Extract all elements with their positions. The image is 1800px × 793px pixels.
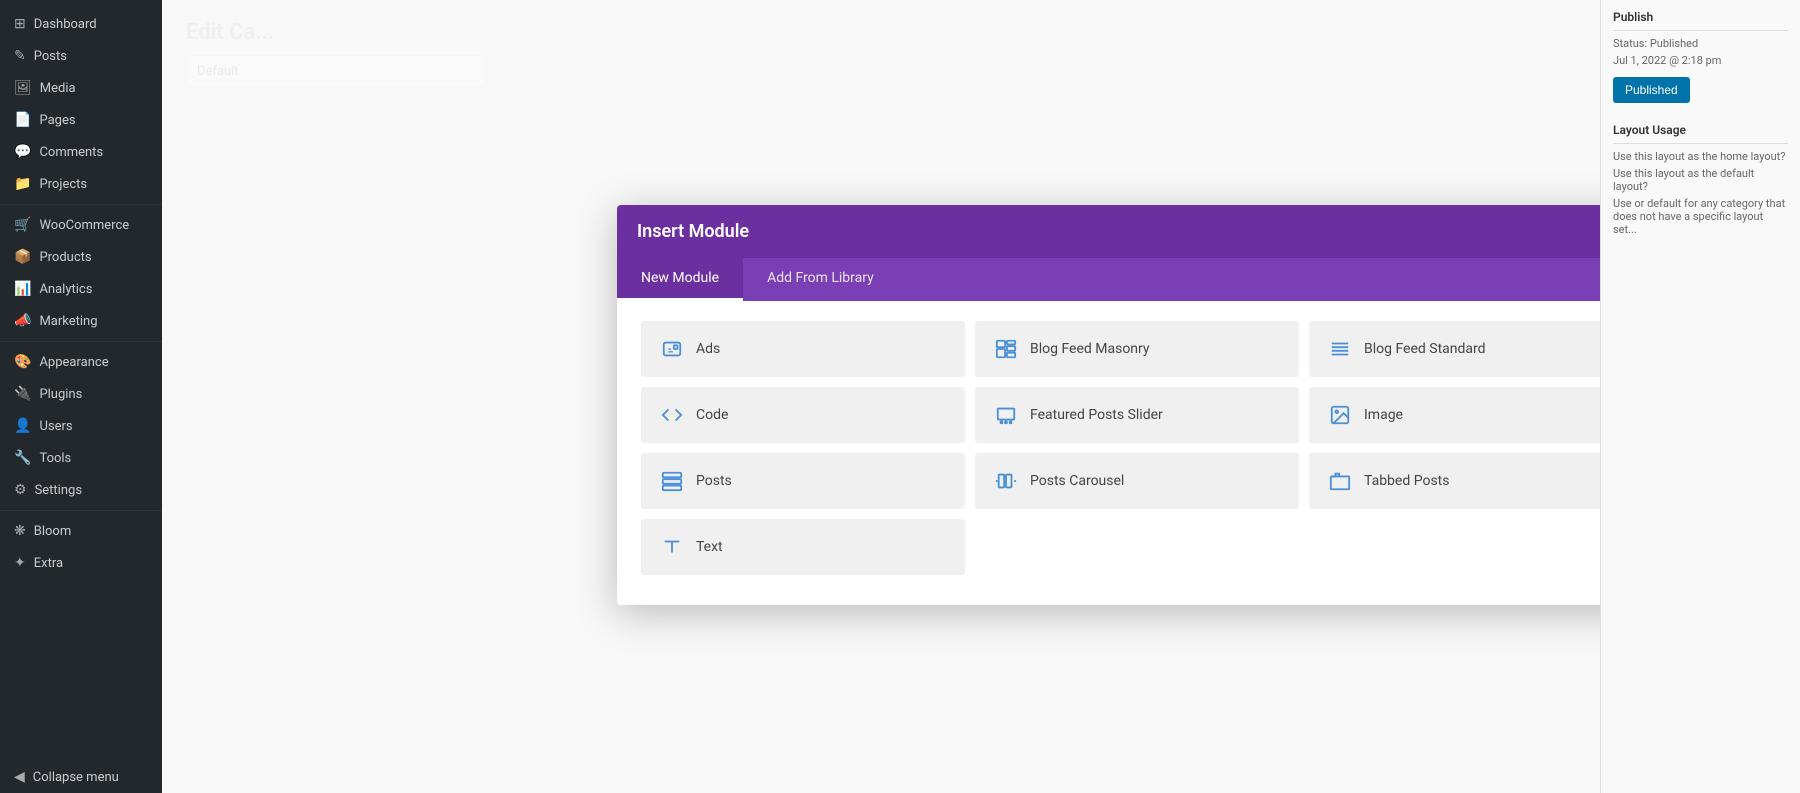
projects-icon: 📁 (14, 176, 31, 192)
analytics-icon: 📊 (14, 281, 31, 297)
status-row: Status: Published (1613, 37, 1788, 50)
blog-feed-masonry-icon (994, 338, 1018, 360)
extra-icon: ✦ (14, 555, 26, 571)
sidebar-item-analytics[interactable]: 📊 Analytics (0, 273, 162, 305)
module-item-blog-feed-standard[interactable]: Blog Feed Standard (1309, 321, 1633, 377)
category-layout-row: Use or default for any category that doe… (1613, 197, 1788, 236)
module-item-ads[interactable]: Ads (641, 321, 965, 377)
module-item-posts[interactable]: Posts (641, 453, 965, 509)
posts-carousel-icon (994, 470, 1018, 492)
posts-list-icon (660, 470, 684, 492)
sidebar-item-users[interactable]: 👤 Users (0, 410, 162, 442)
plugins-icon: 🔌 (14, 386, 31, 402)
modal-header: Insert Module × (617, 205, 1657, 258)
featured-posts-slider-icon (994, 404, 1018, 426)
appearance-icon: 🎨 (14, 354, 31, 370)
users-icon: 👤 (14, 418, 31, 434)
sidebar-separator-1 (0, 204, 162, 205)
collapse-icon: ◀ (14, 769, 25, 785)
default-layout-row: Use this layout as the default layout? (1613, 167, 1788, 193)
sidebar-item-posts[interactable]: ✎ Posts (0, 40, 162, 72)
home-layout-row: Use this layout as the home layout? (1613, 150, 1788, 163)
module-item-posts-carousel[interactable]: Posts Carousel (975, 453, 1299, 509)
woo-icon: 🛒 (14, 217, 31, 233)
code-icon (660, 404, 684, 426)
sidebar-item-bloom[interactable]: ❋ Bloom (0, 515, 162, 547)
layout-usage-title: Layout Usage (1613, 123, 1788, 144)
sidebar-item-plugins[interactable]: 🔌 Plugins (0, 378, 162, 410)
modal-title: Insert Module (637, 221, 749, 242)
sidebar-item-pages[interactable]: 📄 Pages (0, 104, 162, 136)
sidebar: ⊞ Dashboard ✎ Posts 🖼 Media 📄 Pages 💬 Co… (0, 0, 162, 793)
bloom-icon: ❋ (14, 523, 26, 539)
publish-button[interactable]: Published (1613, 77, 1690, 103)
module-item-featured-posts-slider[interactable]: Featured Posts Slider (975, 387, 1299, 443)
module-item-image[interactable]: Image (1309, 387, 1633, 443)
module-grid: Ads Blog Feed Masonry (641, 321, 1633, 575)
sidebar-item-tools[interactable]: 🔧 Tools (0, 442, 162, 474)
insert-module-modal: Insert Module × New Module Add From Libr… (617, 205, 1657, 605)
main-content: Screen Options ▾ Edit Ca... Default Inse… (162, 0, 1800, 793)
tools-icon: 🔧 (14, 450, 31, 466)
right-panel: Publish Status: Published Jul 1, 2022 @ … (1600, 0, 1800, 793)
tabbed-posts-icon (1328, 470, 1352, 492)
products-icon: 📦 (14, 249, 31, 265)
sidebar-item-marketing[interactable]: 📣 Marketing (0, 305, 162, 337)
sidebar-item-dashboard[interactable]: ⊞ Dashboard (0, 8, 162, 40)
media-icon: 🖼 (14, 80, 32, 96)
ads-icon (660, 338, 684, 360)
sidebar-item-appearance[interactable]: 🎨 Appearance (0, 346, 162, 378)
sidebar-item-media[interactable]: 🖼 Media (0, 72, 162, 104)
publish-panel-title: Publish (1613, 10, 1788, 31)
date-row: Jul 1, 2022 @ 2:18 pm (1613, 54, 1788, 67)
blog-feed-standard-icon (1328, 338, 1352, 360)
sidebar-item-extra[interactable]: ✦ Extra (0, 547, 162, 579)
image-icon (1328, 404, 1352, 426)
sidebar-item-collapse[interactable]: ◀ Collapse menu (0, 761, 162, 793)
module-item-tabbed-posts[interactable]: Tabbed Posts (1309, 453, 1633, 509)
module-item-text[interactable]: Text (641, 519, 965, 575)
module-item-code[interactable]: Code (641, 387, 965, 443)
sidebar-item-comments[interactable]: 💬 Comments (0, 136, 162, 168)
sidebar-item-woocommerce[interactable]: 🛒 WooCommerce (0, 209, 162, 241)
modal-body: Ads Blog Feed Masonry (617, 301, 1657, 605)
dashboard-icon: ⊞ (14, 16, 26, 32)
posts-icon: ✎ (14, 48, 26, 64)
pages-icon: 📄 (14, 112, 31, 128)
sidebar-item-products[interactable]: 📦 Products (0, 241, 162, 273)
module-item-blog-feed-masonry[interactable]: Blog Feed Masonry (975, 321, 1299, 377)
comments-icon: 💬 (14, 144, 31, 160)
text-icon (660, 536, 684, 558)
tab-add-from-library[interactable]: Add From Library (743, 258, 898, 301)
marketing-icon: 📣 (14, 313, 31, 329)
sidebar-item-projects[interactable]: 📁 Projects (0, 168, 162, 200)
settings-icon: ⚙ (14, 482, 27, 498)
modal-tabs: New Module Add From Library (617, 258, 1657, 301)
sidebar-item-settings[interactable]: ⚙ Settings (0, 474, 162, 506)
tab-new-module[interactable]: New Module (617, 258, 743, 301)
sidebar-separator-2 (0, 341, 162, 342)
sidebar-separator-3 (0, 510, 162, 511)
